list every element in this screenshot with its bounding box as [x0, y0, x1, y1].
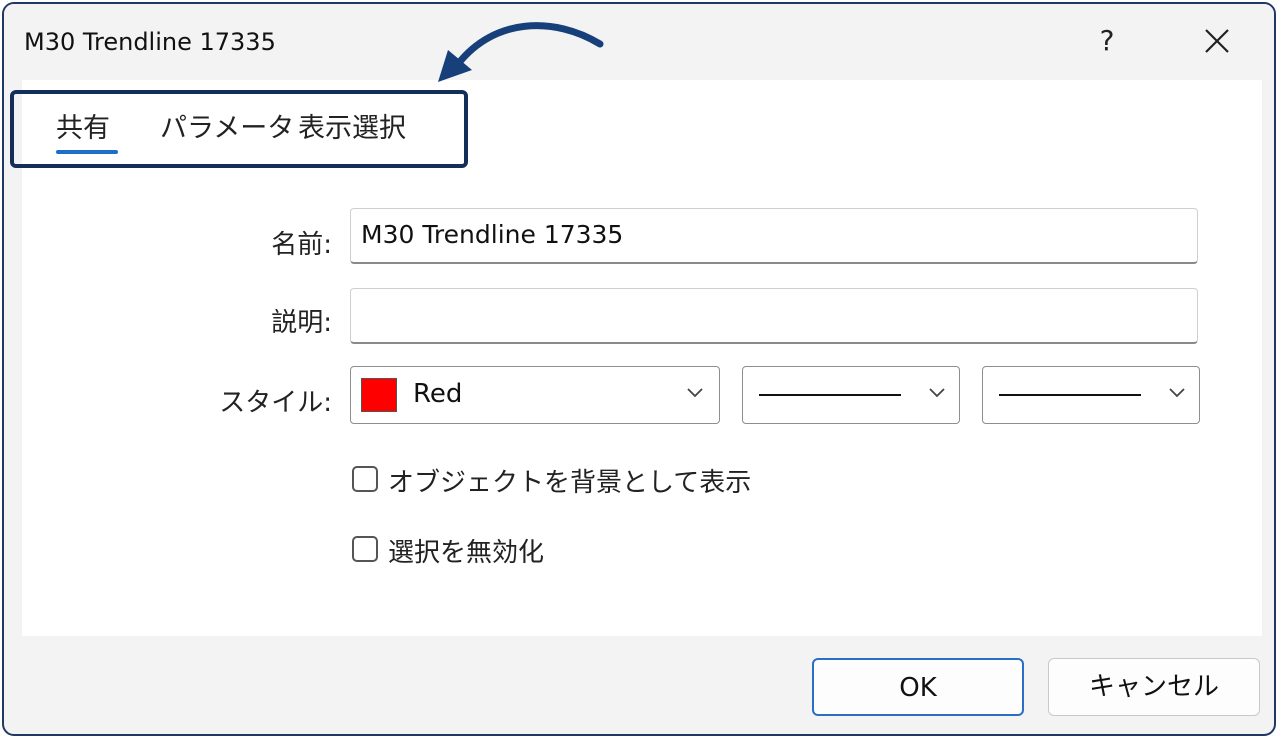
disable-selection-checkbox-label: 選択を無効化	[388, 538, 545, 568]
disable-selection-checkbox[interactable]	[352, 536, 378, 562]
ok-button[interactable]: OK	[812, 658, 1024, 716]
style-label: スタイル:	[219, 388, 332, 418]
description-label: 説明:	[271, 308, 332, 338]
background-checkbox[interactable]	[352, 466, 378, 492]
close-button[interactable]	[1192, 18, 1240, 64]
color-select[interactable]: Red	[350, 366, 720, 424]
cancel-button[interactable]: キャンセル	[1048, 658, 1260, 716]
dialog-window: M30 Trendline 17335 ? 共有 パラメータ 表示選択 名前: …	[2, 2, 1276, 736]
title-bar: M30 Trendline 17335 ?	[4, 4, 1274, 80]
chevron-down-icon	[687, 388, 703, 398]
description-field[interactable]	[350, 288, 1198, 344]
line-style-select[interactable]	[742, 366, 960, 424]
chevron-down-icon	[929, 388, 945, 398]
help-button[interactable]: ?	[1086, 18, 1128, 64]
name-field[interactable]: M30 Trendline 17335	[350, 208, 1198, 264]
chevron-down-icon	[1169, 388, 1185, 398]
line-style-sample	[759, 394, 901, 396]
line-width-sample	[999, 394, 1141, 396]
close-icon	[1205, 29, 1229, 53]
color-select-value: Red	[413, 379, 463, 409]
name-label: 名前:	[271, 230, 332, 260]
curved-arrow-icon	[438, 22, 604, 82]
window-title: M30 Trendline 17335	[24, 28, 276, 56]
color-swatch	[361, 378, 397, 412]
background-checkbox-label: オブジェクトを背景として表示	[388, 468, 752, 498]
line-width-select[interactable]	[982, 366, 1200, 424]
tabs-highlight-box	[10, 90, 468, 168]
